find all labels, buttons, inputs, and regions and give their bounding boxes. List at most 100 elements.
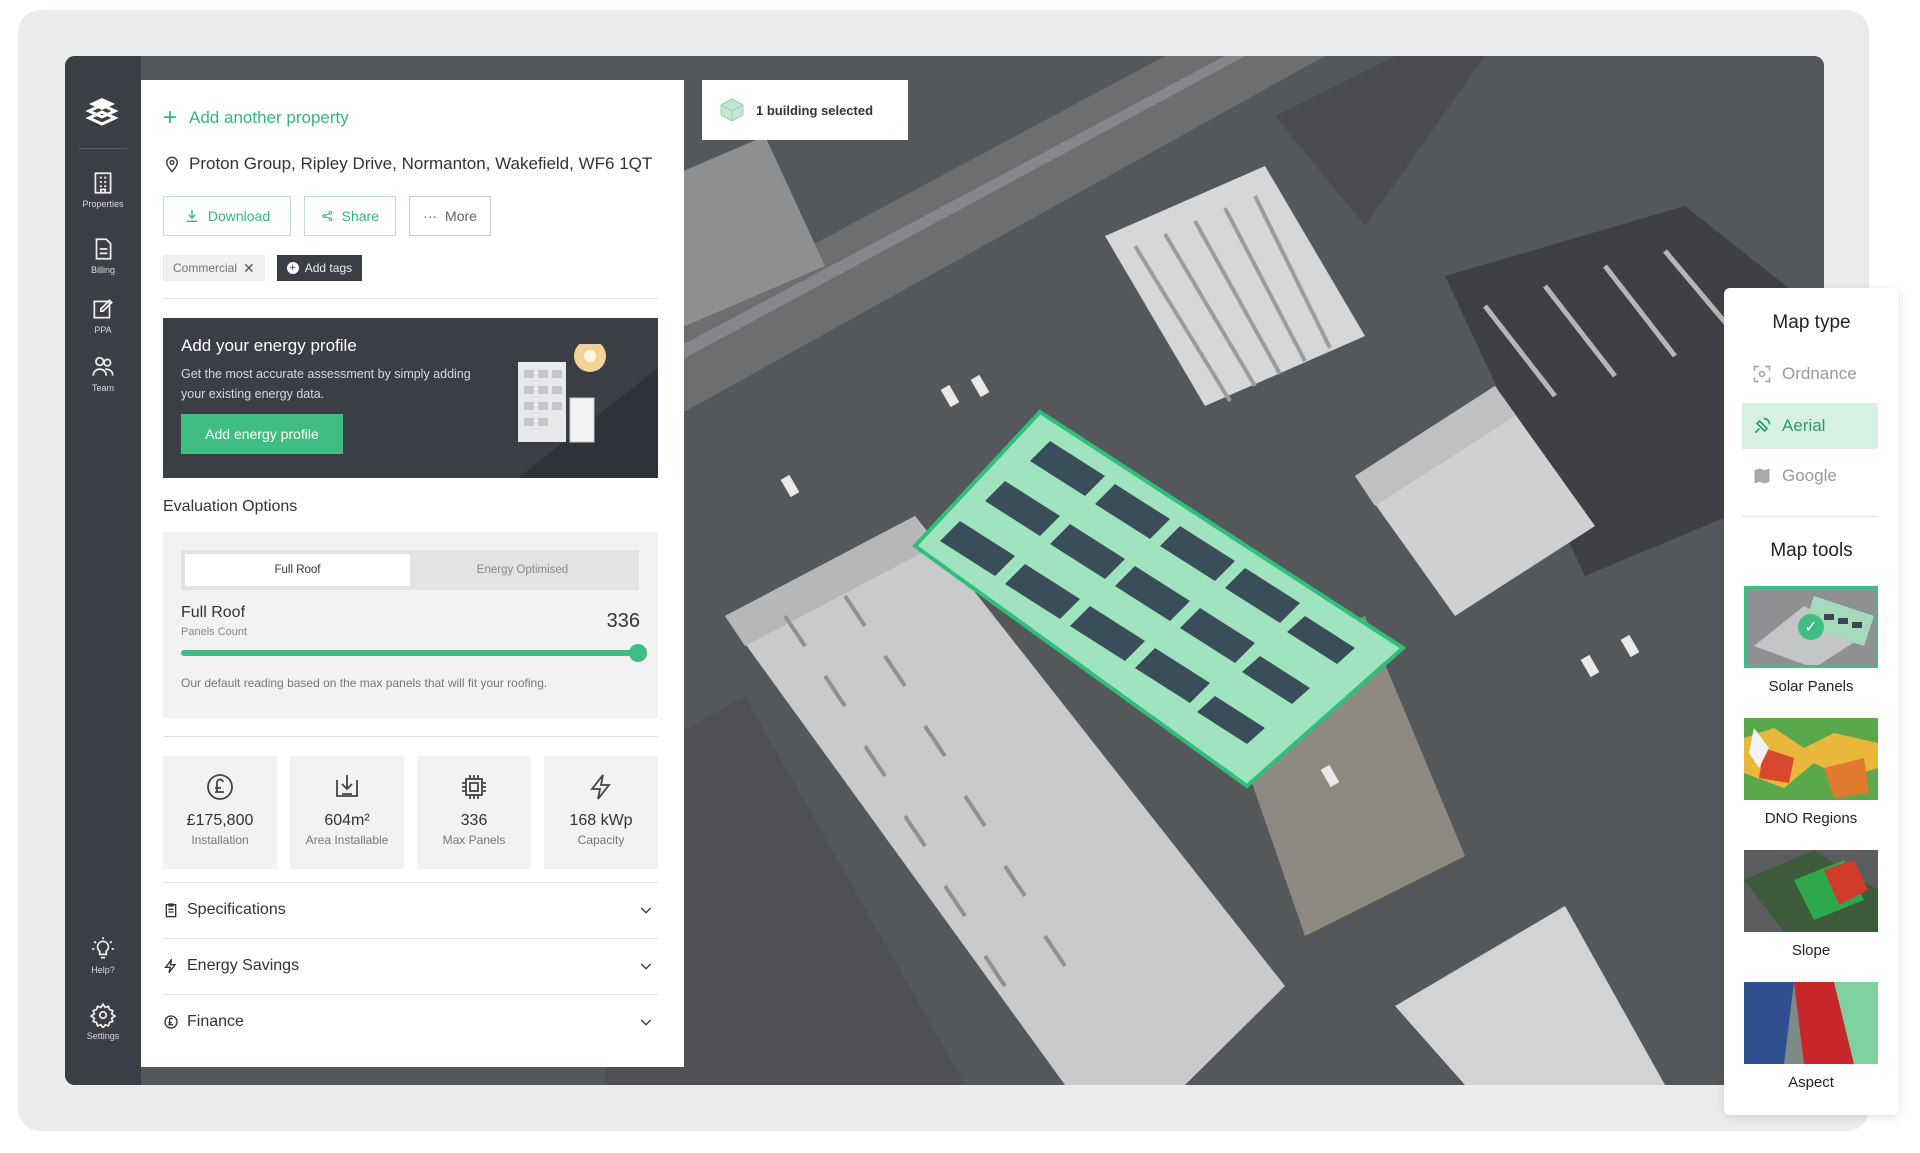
rail-item-properties[interactable]: Properties — [65, 170, 141, 209]
map-options-panel: Map type Ordnance Aerial Google Map tool… — [1724, 288, 1899, 1115]
stat-value: 168 kWp — [569, 812, 633, 829]
add-property-label: Add another property — [189, 108, 349, 127]
close-icon[interactable]: ✕ — [243, 260, 255, 277]
address-text: Proton Group, Ripley Drive, Normanton, W… — [189, 154, 653, 173]
tool-label: Solar Panels — [1768, 678, 1854, 695]
chevron-down-icon — [640, 963, 652, 970]
divider — [163, 736, 658, 737]
property-panel: + Add another property Proton Group, Rip… — [141, 80, 684, 1067]
stat-value: £175,800 — [186, 812, 254, 829]
tag-commercial[interactable]: Commercial ✕ — [163, 255, 265, 281]
action-buttons: Download Share ··· More — [163, 196, 491, 236]
accordion-label: Finance — [187, 1013, 244, 1030]
share-label: Share — [341, 208, 379, 224]
lightbulb-icon — [92, 937, 114, 959]
add-energy-profile-button[interactable]: Add energy profile — [181, 414, 343, 454]
stat-capacity: 168 kWp Capacity — [544, 756, 658, 869]
download-icon — [186, 210, 198, 222]
more-label: More — [445, 208, 477, 224]
stat-installation: £175,800 Installation — [163, 756, 277, 869]
energy-card-title: Add your energy profile — [181, 336, 357, 355]
divider — [1742, 516, 1878, 517]
accordion-finance[interactable]: Finance — [163, 994, 658, 1050]
app-screen: Properties Billing PPA Team Help? Settin… — [65, 56, 1824, 1085]
stat-label: Installation — [191, 833, 249, 847]
accordion-label: Energy Savings — [187, 957, 300, 974]
property-address: Proton Group, Ripley Drive, Normanton, W… — [163, 154, 652, 174]
team-icon — [92, 356, 114, 376]
building-selected-label: 1 building selected — [756, 102, 874, 118]
download-button[interactable]: Download — [163, 196, 291, 236]
energy-card-text: Get the most accurate assessment by simp… — [181, 367, 471, 401]
tool-label: DNO Regions — [1764, 810, 1858, 827]
stat-value: 336 — [460, 812, 488, 829]
stat-label: Max Panels — [442, 833, 506, 847]
rail-label: Properties — [82, 199, 124, 209]
plus-circle-icon: + — [286, 262, 299, 274]
solar-panels-thumbnail: ✓ — [1744, 586, 1878, 668]
tool-label: Slope — [1791, 942, 1831, 959]
more-button[interactable]: ··· More — [409, 196, 491, 236]
chip-icon — [462, 775, 486, 799]
share-button[interactable]: Share — [304, 196, 396, 236]
clipboard-icon — [165, 903, 177, 918]
rail-label: Settings — [86, 1031, 120, 1041]
panels-slider[interactable] — [181, 644, 647, 662]
map-tools-title: Map tools — [1770, 540, 1853, 561]
edit-icon — [93, 299, 113, 319]
logo-icon[interactable] — [85, 94, 119, 128]
download-box-icon — [336, 775, 358, 797]
download-label: Download — [207, 208, 271, 224]
gear-icon — [90, 1002, 116, 1028]
tag-label: Commercial — [173, 261, 238, 275]
chevron-down-icon — [640, 1019, 652, 1026]
evaluation-options-title: Evaluation Options — [163, 498, 298, 515]
divider — [163, 298, 658, 299]
evaluation-options: Full Roof Energy Optimised Full Roof Pan… — [163, 532, 658, 718]
rail-label: Help? — [91, 965, 115, 975]
accordion-label: Specifications — [187, 901, 286, 918]
map-type-aerial[interactable]: Aerial — [1742, 403, 1878, 449]
map-type-label: Aerial — [1782, 416, 1826, 435]
bolt-icon — [590, 774, 611, 800]
building-lightbulb-illustration — [518, 344, 606, 443]
rail-item-team[interactable]: Team — [65, 354, 141, 393]
map-type-label: Ordnance — [1782, 364, 1857, 383]
rail-label: Team — [91, 383, 114, 393]
map-type-google[interactable]: Google — [1742, 453, 1878, 499]
add-tags-label: Add tags — [304, 261, 353, 275]
rail-item-help[interactable]: Help? — [65, 936, 141, 975]
tab-full-roof[interactable]: Full Roof — [185, 554, 410, 586]
chevron-down-icon — [640, 907, 652, 914]
stats-row: £175,800 Installation 604m² Area Install… — [163, 756, 658, 869]
tool-dno-regions[interactable]: DNO Regions — [1744, 718, 1878, 827]
tab-energy-optimised[interactable]: Energy Optimised — [410, 554, 635, 586]
energy-profile-card: Add your energy profile Get the most acc… — [163, 318, 658, 478]
rail-item-ppa[interactable]: PPA — [65, 296, 141, 335]
cube-icon — [720, 98, 744, 122]
sidebar-rail: Properties Billing PPA Team Help? Settin… — [65, 56, 141, 1085]
full-roof-note: Our default reading based on the max pan… — [181, 676, 548, 690]
slope-thumbnail — [1744, 850, 1878, 932]
rail-item-billing[interactable]: Billing — [65, 236, 141, 275]
accordion-energy-savings[interactable]: Energy Savings — [163, 938, 658, 994]
ellipsis-icon: ··· — [423, 208, 438, 224]
pound-icon — [164, 1015, 178, 1029]
check-circle-icon: ✓ — [1798, 614, 1824, 640]
tool-slope[interactable]: Slope — [1744, 850, 1878, 959]
accordion-specifications[interactable]: Specifications — [163, 882, 658, 938]
rail-item-settings[interactable]: Settings — [65, 1002, 141, 1041]
add-property-link[interactable]: + Add another property — [163, 106, 349, 130]
building-icon — [94, 172, 112, 194]
stat-area: 604m² Area Installable — [290, 756, 404, 869]
share-icon — [322, 210, 333, 222]
rail-label: Billing — [90, 265, 115, 275]
tool-aspect[interactable]: Aspect — [1744, 982, 1878, 1091]
map-type-ordnance[interactable]: Ordnance — [1742, 351, 1878, 397]
stat-value: 604m² — [324, 812, 370, 829]
stat-max-panels: 336 Max Panels — [417, 756, 531, 869]
slider-handle[interactable] — [629, 644, 647, 662]
tool-solar-panels[interactable]: ✓ Solar Panels — [1744, 586, 1878, 695]
add-tags-button[interactable]: + Add tags — [276, 255, 363, 281]
location-pin-icon — [165, 156, 179, 173]
